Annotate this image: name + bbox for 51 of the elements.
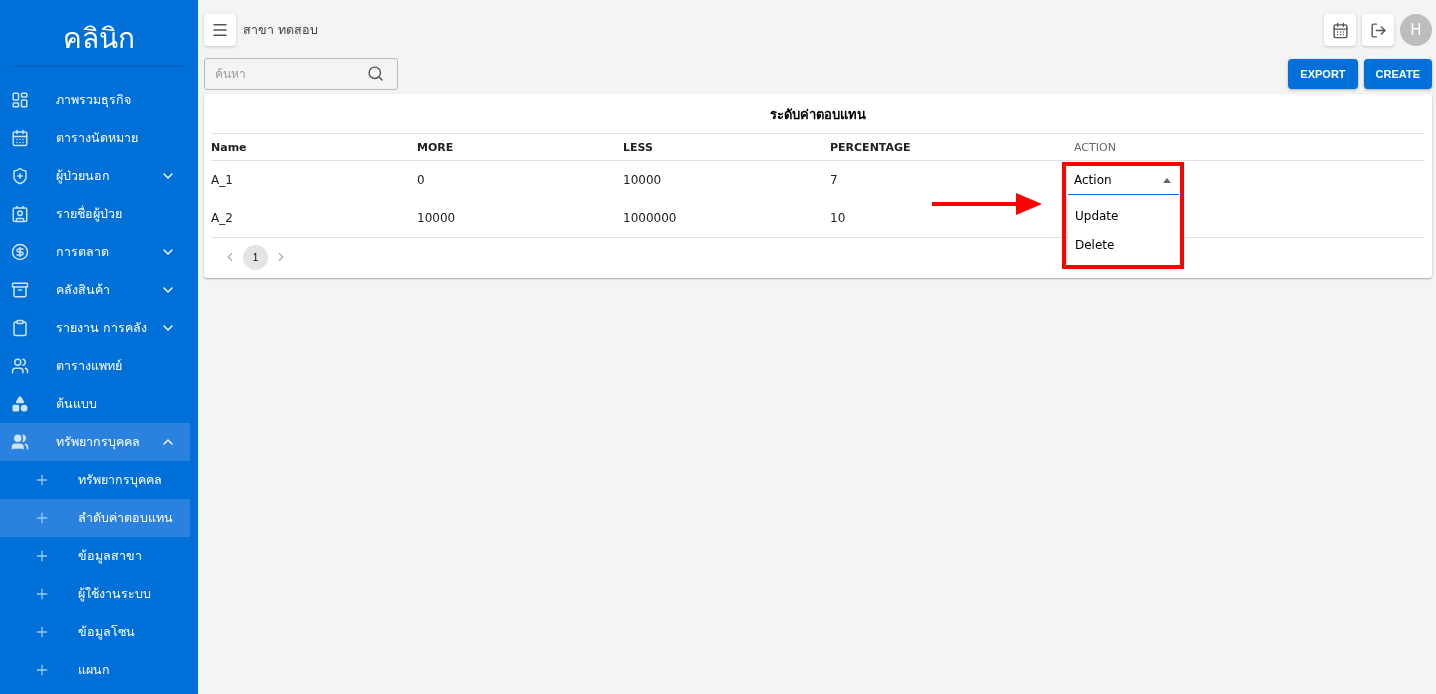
- table-cell-text: 10000: [623, 172, 662, 189]
- app-title: คลินิก: [11, 0, 187, 67]
- submenu-item[interactable]: ทรัพยากรบุคคล: [0, 461, 190, 499]
- logout-button[interactable]: [1362, 14, 1394, 46]
- table-cell-text: 1000000: [623, 210, 677, 227]
- calendar-button[interactable]: [1324, 14, 1356, 46]
- table-cell-text: 10: [830, 210, 846, 227]
- plus-icon: [34, 662, 50, 678]
- branch-name: สาขา ทดสอบ: [243, 21, 319, 39]
- sidebar-item[interactable]: รายงาน การคลัง: [0, 309, 190, 347]
- column-header: ACTION: [1036, 134, 1425, 161]
- column-header: LESS: [623, 134, 830, 161]
- logout-icon: [1369, 21, 1387, 39]
- sidebar-item[interactable]: รายชื่อผู้ป่วย: [0, 195, 190, 233]
- menu-option[interactable]: Update: [1068, 201, 1179, 230]
- submenu-item[interactable]: ลำดับค่าตอบแทน: [0, 499, 190, 537]
- plus-icon: [34, 510, 50, 526]
- column-header: MORE: [417, 134, 623, 161]
- sidebar-item[interactable]: ตารางนัดหมาย: [0, 119, 190, 157]
- sidebar-item[interactable]: การตลาด: [0, 233, 190, 271]
- column-header: PERCENTAGE: [830, 134, 1036, 161]
- submenu-item[interactable]: แผนก: [0, 651, 190, 689]
- sidebar-item[interactable]: ทรัพยากรบุคคล: [0, 423, 190, 461]
- export-button[interactable]: EXPORT: [1288, 59, 1358, 89]
- plus-icon: [34, 586, 50, 602]
- submenu-item[interactable]: ผู้ใช้งานระบบ: [0, 575, 190, 613]
- menu-button[interactable]: [204, 14, 236, 46]
- menu-option[interactable]: Delete: [1068, 230, 1179, 259]
- submenu-item[interactable]: ข้อมูลโซน: [0, 613, 190, 651]
- plus-icon: [34, 624, 50, 640]
- calendar-icon: [1331, 21, 1349, 39]
- plus-icon: [34, 548, 50, 564]
- table-cell-text: 0: [417, 172, 425, 189]
- search-field[interactable]: ค้นหา: [204, 58, 398, 90]
- submenu-item[interactable]: ข้อมูลสาขา: [0, 537, 190, 575]
- plus-icon: [34, 472, 50, 488]
- create-button[interactable]: CREATE: [1363, 59, 1432, 89]
- search-icon: [367, 65, 384, 82]
- sidebar-item[interactable]: ต้นแบบ: [0, 385, 190, 423]
- sidebar-item[interactable]: คลังสินค้า: [0, 271, 190, 309]
- sidebar-item[interactable]: ภาพรวมธุรกิจ: [0, 81, 190, 119]
- page-button[interactable]: 1: [243, 244, 268, 270]
- table-cell-text: 7: [830, 172, 838, 189]
- sidebar-item[interactable]: ตารางแพทย์: [0, 347, 190, 385]
- table-cell-text: A_2: [211, 210, 233, 227]
- table-cell-text: 10000: [417, 210, 456, 227]
- sidebar-item[interactable]: ผู้ป่วยนอก: [0, 157, 190, 195]
- column-header: Name: [211, 134, 417, 161]
- caret-up-icon: [1163, 177, 1171, 183]
- table-cell-text: A_1: [211, 172, 233, 189]
- table-title: ระดับค่าตอบแทน: [211, 94, 1425, 134]
